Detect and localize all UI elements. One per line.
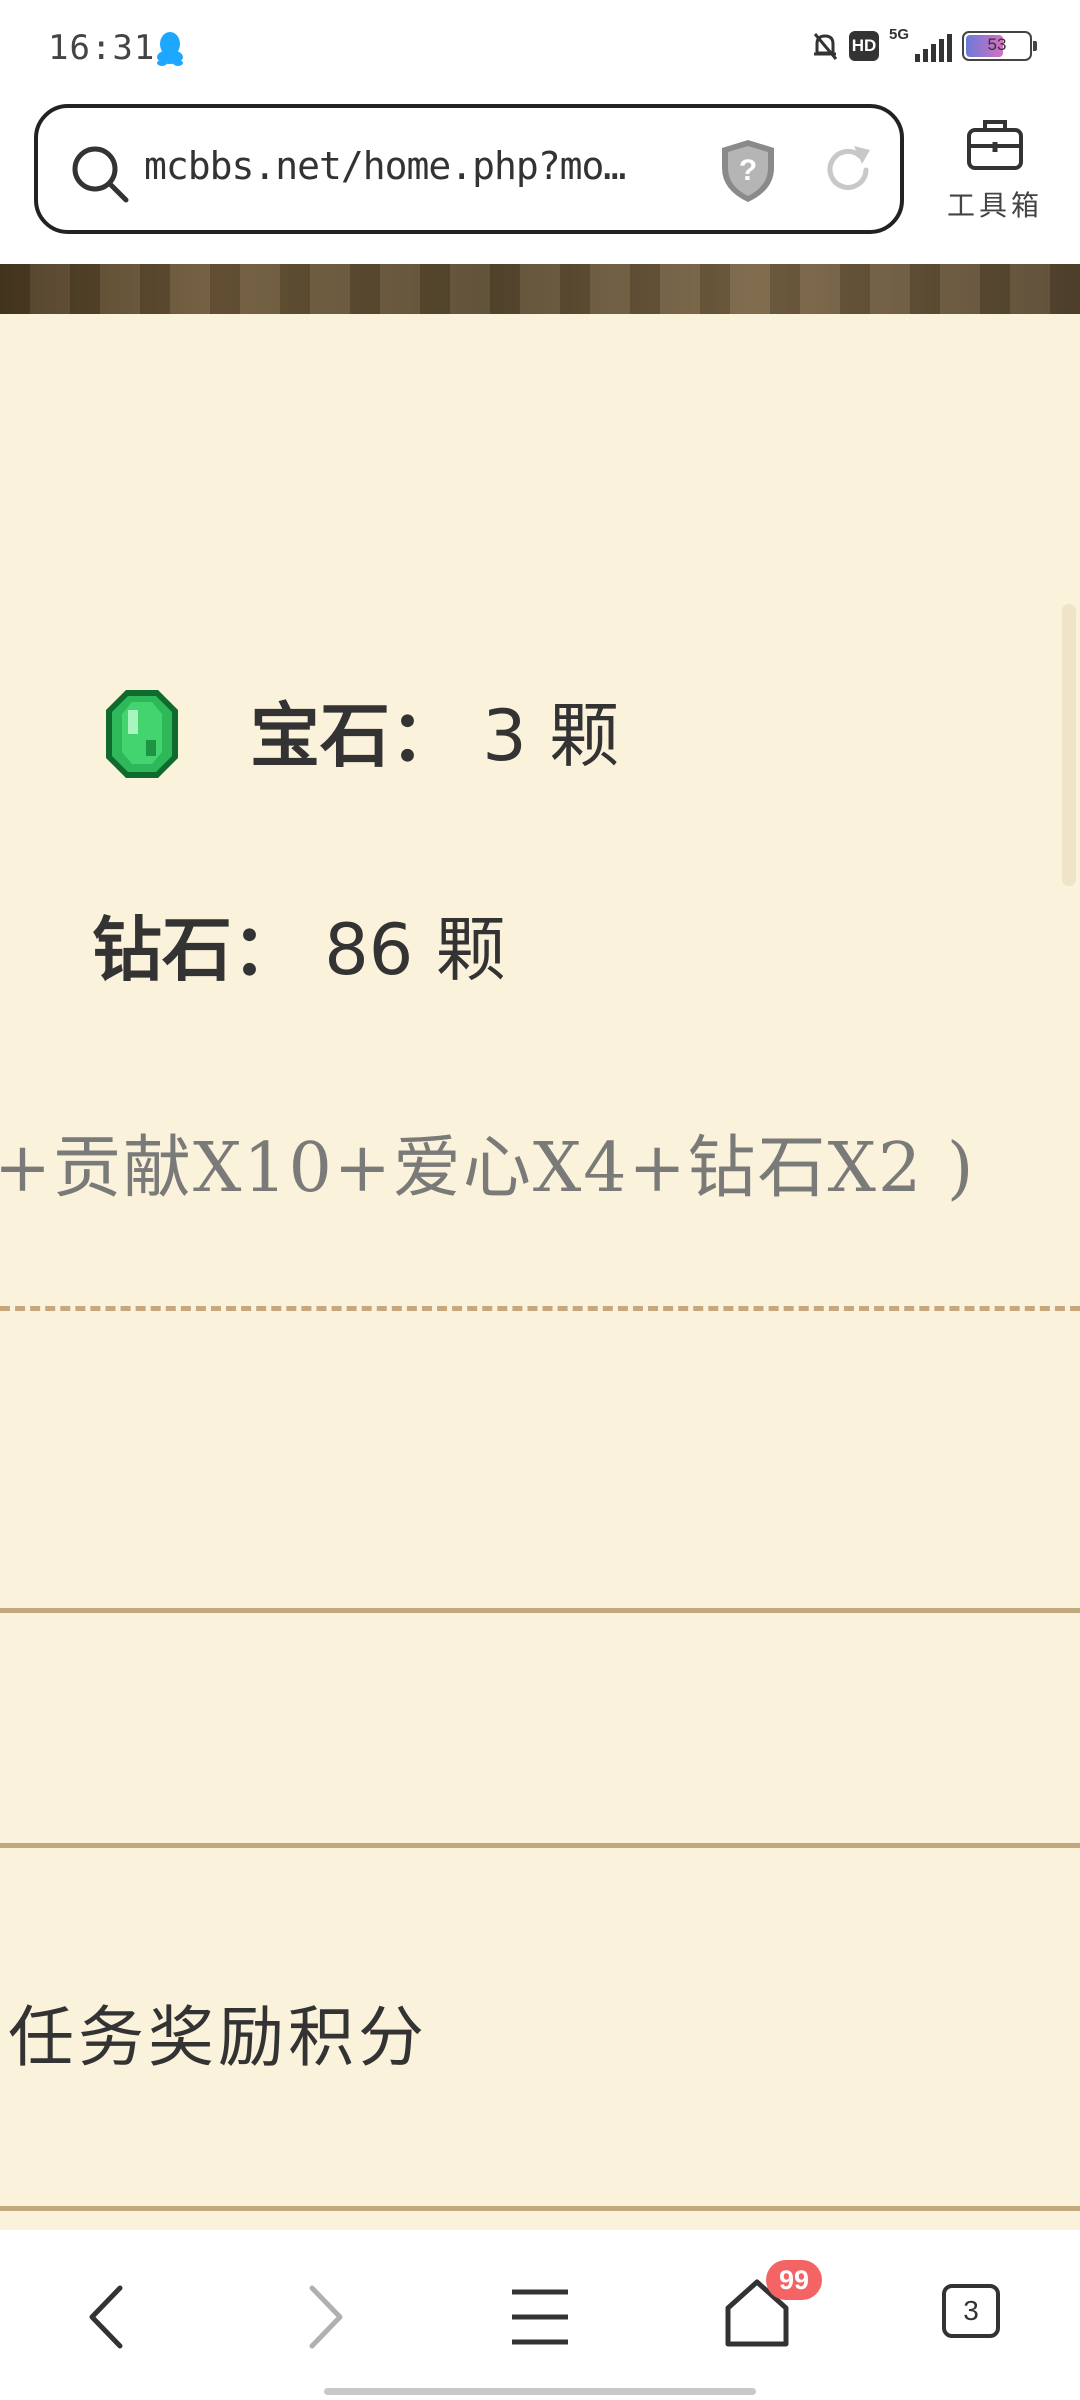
search-icon	[72, 146, 129, 203]
section-divider	[0, 2206, 1080, 2211]
toolbox-label: 工具箱	[946, 189, 1043, 222]
bottom-nav	[0, 2230, 1080, 2400]
gem-unit: 颗	[549, 695, 620, 777]
hd-icon: HD	[848, 31, 879, 61]
status-time: 16:31	[48, 28, 156, 68]
svg-text:?: ?	[739, 154, 757, 187]
gem-label: 宝石：	[250, 694, 460, 777]
toolbox-icon	[967, 120, 1023, 170]
status-icons: HD 5G 53	[811, 26, 1037, 62]
section-divider	[0, 1843, 1080, 1848]
forward-icon[interactable]	[300, 2282, 350, 2352]
url-text[interactable]: mcbbs.net/home.php?mo…	[144, 144, 626, 188]
scrollbar[interactable]	[1062, 604, 1076, 886]
battery-level: 53	[987, 35, 1007, 54]
header-banner	[0, 264, 1080, 314]
home-badge: 99	[766, 2260, 822, 2300]
battery-icon: 53	[962, 31, 1037, 61]
back-icon[interactable]	[82, 2282, 132, 2352]
diamond-label: 钻石：	[92, 908, 302, 991]
reload-icon[interactable]	[818, 140, 878, 200]
gem-value: 3	[482, 695, 527, 777]
dashed-divider	[0, 1306, 1080, 1311]
tabs-button[interactable]: 3	[942, 2284, 1000, 2338]
network-type: 5G	[888, 25, 909, 43]
qq-icon	[156, 30, 184, 70]
diamond-value: 86	[324, 909, 414, 991]
gem-row: 宝石： 3 颗	[250, 680, 619, 781]
signal-icon	[915, 30, 952, 62]
toolbox-button[interactable]: 工具箱	[940, 112, 1050, 224]
security-shield-icon[interactable]: ?	[718, 138, 778, 204]
gesture-bar[interactable]	[324, 2388, 756, 2395]
diamond-row: 钻石： 86 颗	[92, 894, 506, 995]
reward-formula: +贡献X10+爱心X4+钻石X2 )	[0, 1129, 976, 1208]
diamond-unit: 颗	[435, 909, 506, 991]
emerald-gem-icon	[106, 690, 178, 778]
browser-toolbar: mcbbs.net/home.php?mo… ? 工具箱	[0, 100, 1080, 264]
menu-icon[interactable]	[510, 2282, 570, 2352]
address-bar[interactable]: mcbbs.net/home.php?mo… ?	[34, 104, 904, 234]
section-heading: 任务奖励积分	[8, 1999, 428, 2076]
status-bar: 16:31 HD 5G 53	[0, 0, 1080, 100]
mute-bell-icon	[813, 33, 838, 60]
section-divider	[0, 1608, 1080, 1613]
